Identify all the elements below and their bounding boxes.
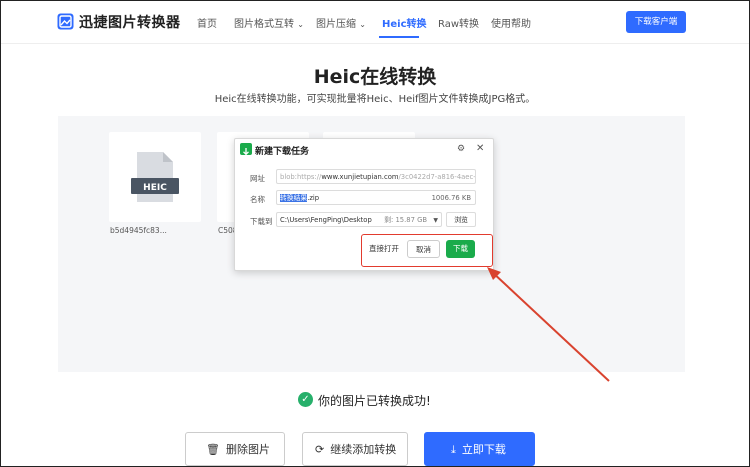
heic-badge: HEIC xyxy=(143,183,167,193)
nav-format-convert-label: 图片格式互转 xyxy=(234,19,294,30)
path-label: 下载到 xyxy=(250,217,273,226)
path-field[interactable]: C:\Users\FengPing\Desktop 剩: 15.87 GB ▼ xyxy=(276,212,442,227)
filename-field[interactable]: 转换结果.zip 1006.76 KB xyxy=(276,190,476,205)
chevron-down-icon: ⌄ xyxy=(297,20,304,29)
continue-add-button[interactable]: ⟳ 继续添加转换 xyxy=(302,432,408,466)
chevron-down-icon[interactable]: ▼ xyxy=(433,213,438,226)
path-value: C:\Users\FengPing\Desktop xyxy=(280,216,372,224)
free-space: 剩: 15.87 GB xyxy=(384,216,427,224)
annotation-arrow xyxy=(487,267,610,382)
close-icon[interactable]: ✕ xyxy=(476,143,484,154)
nav-help[interactable]: 使用帮助 xyxy=(491,15,531,30)
success-check-icon: ✓ xyxy=(298,392,313,407)
page-title: Heic在线转换 xyxy=(313,66,437,88)
delete-images-label: 删除图片 xyxy=(225,443,270,456)
dialog-title: 新建下载任务 xyxy=(255,147,310,157)
filename-ext: .zip xyxy=(307,194,320,202)
page-subtitle: Heic在线转换功能，可实现批量将Heic、Heif图片文件转换成JPG格式。 xyxy=(214,94,536,105)
download-client-button[interactable]: 下载客户端 xyxy=(626,11,686,33)
file-thumbnail[interactable]: HEIC xyxy=(109,132,201,222)
nav-compress-label: 图片压缩 xyxy=(316,19,356,30)
url-suffix: /3c0422d7-a816-4aec-87ce-72e0 xyxy=(398,173,476,181)
url-label: 网址 xyxy=(250,174,265,183)
download-now-label: 立即下载 xyxy=(461,443,506,456)
url-domain: www.xunjietupian.com xyxy=(321,173,399,181)
url-field[interactable]: blob:https://www.xunjietupian.com/3c0422… xyxy=(276,169,476,184)
dialog-download-button[interactable]: 下载 xyxy=(446,240,475,258)
logo-text[interactable]: 迅捷图片转换器 xyxy=(79,12,181,32)
download-icon: ⤓ xyxy=(451,443,456,456)
file-name: b5d4945fc83... xyxy=(110,226,167,235)
file-size: 1006.76 KB xyxy=(431,194,471,202)
url-prefix: blob:https:// xyxy=(280,173,322,181)
nav-heic[interactable]: Heic转换 xyxy=(382,15,427,30)
trash-icon: 🗑 xyxy=(206,443,220,456)
nav-compress[interactable]: 图片压缩 ⌄ xyxy=(316,15,366,30)
nav-home[interactable]: 首页 xyxy=(197,15,217,30)
download-now-button[interactable]: ⤓ 立即下载 xyxy=(424,432,535,466)
nav-raw[interactable]: Raw转换 xyxy=(438,15,479,30)
nav-active-indicator xyxy=(379,36,419,38)
success-message: 你的图片已转换成功! xyxy=(318,394,431,408)
filename-selected: 转换结果 xyxy=(280,194,308,202)
heic-file-icon: HEIC xyxy=(131,152,179,202)
continue-add-label: 继续添加转换 xyxy=(330,443,397,456)
delete-images-button[interactable]: 🗑 删除图片 xyxy=(185,432,285,466)
cancel-button[interactable]: 取消 xyxy=(407,240,440,258)
name-label: 名称 xyxy=(250,195,265,204)
open-directly-button[interactable]: 直接打开 xyxy=(366,240,402,258)
logo-icon[interactable] xyxy=(57,13,74,30)
nav-format-convert[interactable]: 图片格式互转 ⌄ xyxy=(234,15,304,30)
refresh-icon: ⟳ xyxy=(315,443,325,456)
chevron-down-icon: ⌄ xyxy=(359,20,366,29)
download-app-icon xyxy=(240,143,252,157)
settings-icon[interactable]: ⚙ xyxy=(457,144,465,154)
browse-button[interactable]: 浏览 xyxy=(446,212,476,227)
